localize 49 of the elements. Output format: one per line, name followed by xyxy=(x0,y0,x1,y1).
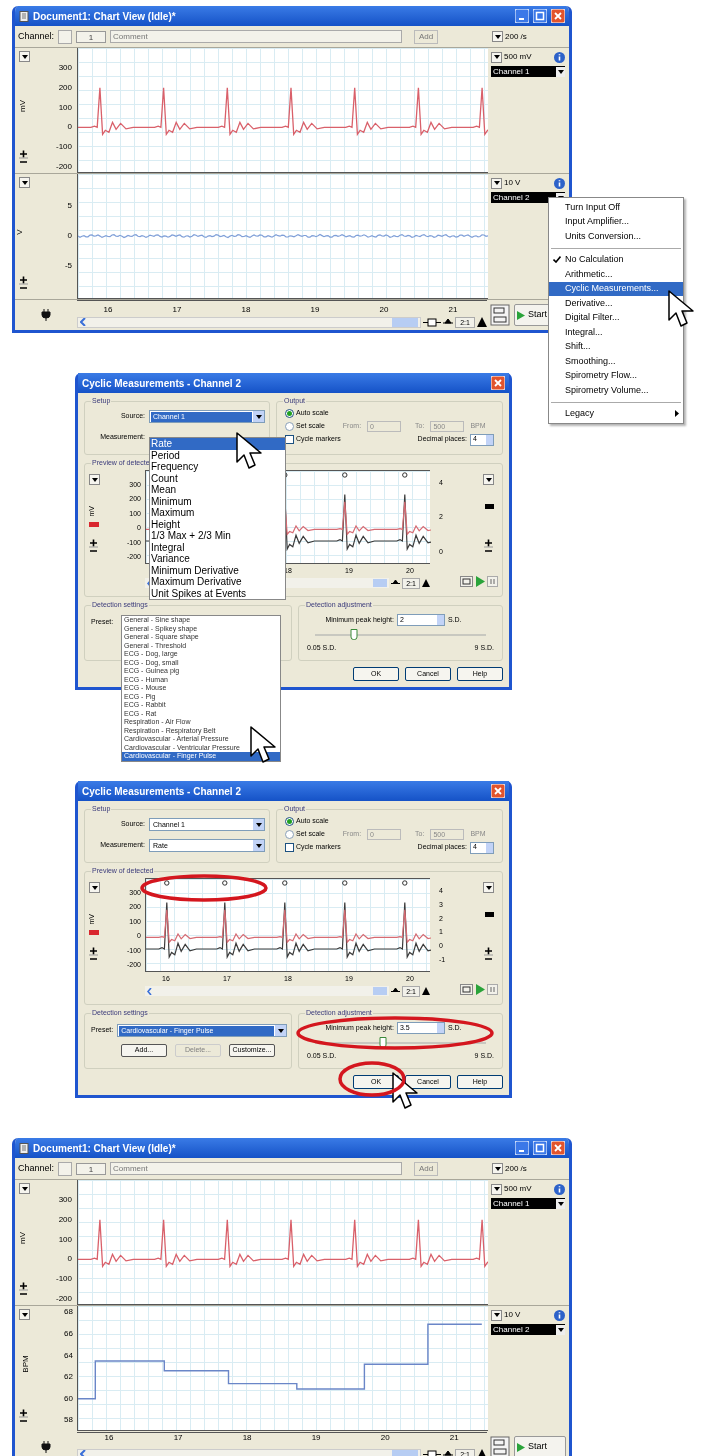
axis-tick-label: -200 xyxy=(56,1294,72,1305)
window-title: Cyclic Measurements - Channel 2 xyxy=(82,784,242,799)
axis-tick-label: 16 xyxy=(104,1433,114,1443)
axis-tick-label: 17 xyxy=(172,304,182,316)
axis-tick-label: -100 xyxy=(56,142,72,153)
range-label: 500 mV xyxy=(504,51,533,63)
axis-tick-label: 18 xyxy=(241,304,251,316)
axis-tick-label: 0 xyxy=(67,231,72,241)
sample-rate-label: 200 /s xyxy=(505,30,527,43)
axis-tick-label: 20 xyxy=(380,1433,390,1443)
axis-tick-label: 5 xyxy=(67,201,72,212)
axis-tick-label: -100 xyxy=(56,1274,72,1285)
axis-tick-label: 20 xyxy=(379,304,389,316)
window-title: Cyclic Measurements - Channel 2 xyxy=(82,376,242,391)
window-title: Document1: Chart View (Idle)* xyxy=(33,9,177,24)
sample-rate-label: 200 /s xyxy=(505,1162,527,1175)
range-label: 500 mV xyxy=(504,1183,533,1195)
axis-tick-label: 17 xyxy=(173,1433,183,1443)
axis-tick-label: 66 xyxy=(64,1329,73,1340)
axis-tick-label: 64 xyxy=(64,1350,73,1361)
axis-tick-label: 60 xyxy=(64,1393,73,1404)
channel-label: Channel: xyxy=(18,29,55,43)
axis-tick-label: -5 xyxy=(64,260,72,271)
axis-tick-label: 19 xyxy=(310,304,320,316)
axis-tick-label: -200 xyxy=(56,162,72,173)
axis-unit: BPM xyxy=(19,1355,31,1373)
axis-unit: mV xyxy=(17,100,28,112)
axis-tick-label: 21 xyxy=(448,304,458,316)
axis-tick-label: 300 xyxy=(58,1194,72,1205)
axis-tick-label: 300 xyxy=(58,62,72,73)
range-label: 10 V xyxy=(504,1309,522,1321)
axis-unit: mV xyxy=(17,1232,28,1244)
window-title: Document1: Chart View (Idle)* xyxy=(33,1141,177,1156)
axis-tick-label: 19 xyxy=(311,1433,321,1443)
channel-label: Channel: xyxy=(18,1161,55,1175)
axis-tick-label: 58 xyxy=(64,1415,73,1426)
axis-tick-label: 200 xyxy=(58,1214,72,1225)
axis-tick-label: 100 xyxy=(58,1234,72,1245)
axis-tick-label: 62 xyxy=(64,1372,73,1383)
axis-tick-label: 100 xyxy=(58,102,72,113)
axis-tick-label: 21 xyxy=(449,1433,459,1443)
axis-tick-label: 68 xyxy=(64,1307,73,1318)
axis-tick-label: 0 xyxy=(67,1254,72,1265)
axis-unit: V xyxy=(15,229,25,235)
range-label: 10 V xyxy=(504,177,522,189)
axis-tick-label: 0 xyxy=(67,122,72,133)
axis-tick-label: 18 xyxy=(242,1433,252,1443)
axis-tick-label: 200 xyxy=(58,82,72,93)
axis-tick-label: 16 xyxy=(103,304,113,316)
